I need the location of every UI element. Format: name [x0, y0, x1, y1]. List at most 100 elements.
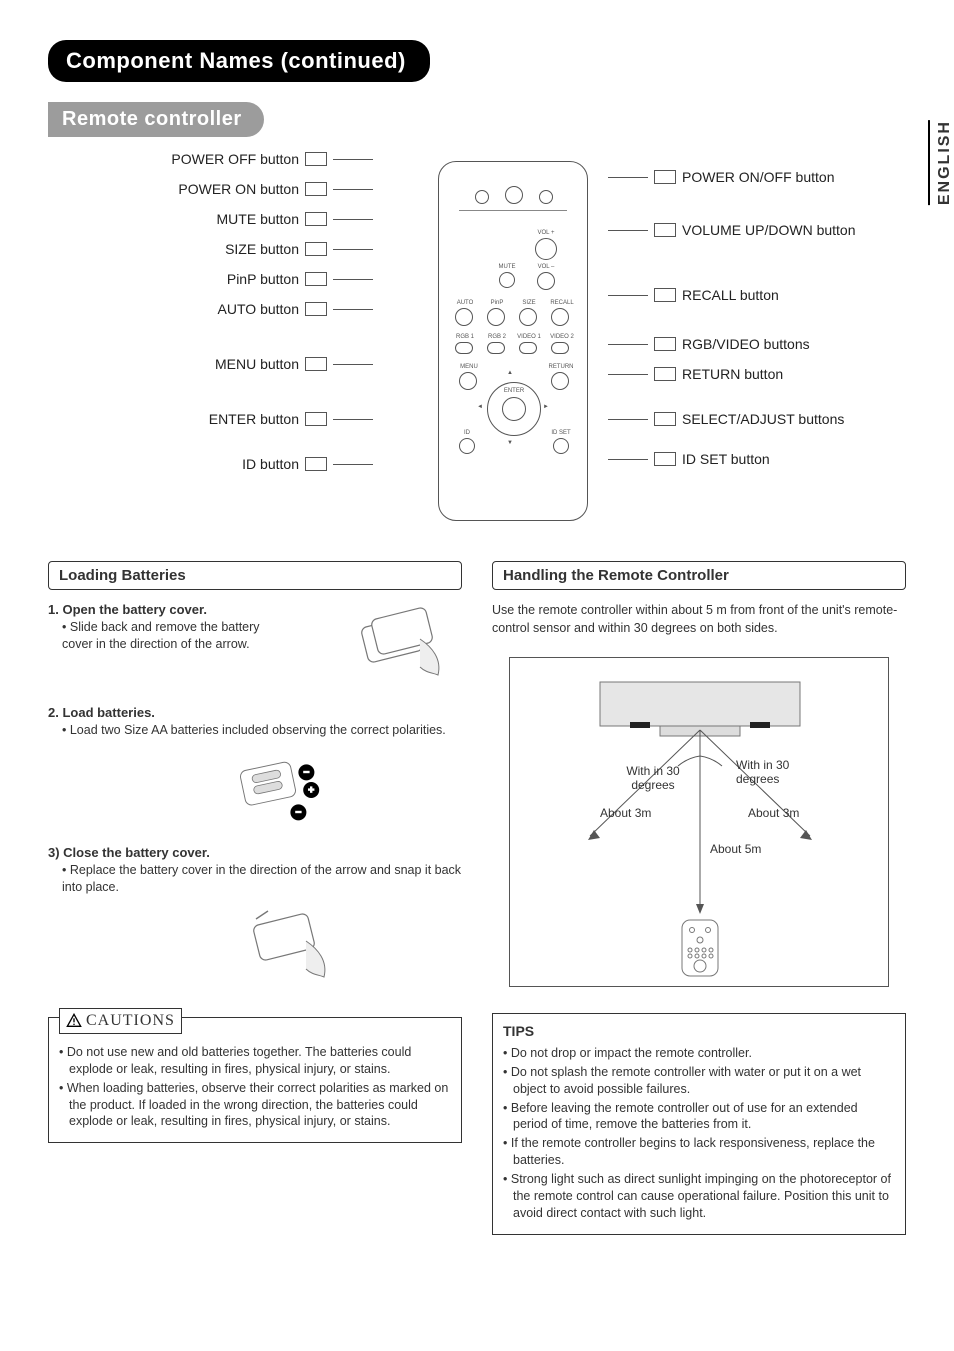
- cautions-heading: CAUTIONS: [59, 1008, 182, 1034]
- callout-left: POWER OFF button: [171, 151, 373, 167]
- callout-right: RETURN button: [608, 366, 783, 382]
- cautions-box: CAUTIONS Do not use new and old batterie…: [48, 1017, 462, 1143]
- callout-left: MUTE button: [217, 211, 373, 227]
- tip-item: If the remote controller begins to lack …: [503, 1135, 895, 1169]
- rgb1-btn: [455, 342, 473, 354]
- power-toggle-btn: [505, 186, 523, 204]
- auto-label: AUTO: [451, 300, 479, 306]
- handling-heading: Handling the Remote Controller: [492, 561, 906, 590]
- menu-btn: [459, 372, 477, 390]
- mute-label: MUTE: [495, 264, 519, 270]
- enter-btn: [502, 397, 526, 421]
- video1-btn: [519, 342, 537, 354]
- caution-item: Do not use new and old batteries togethe…: [59, 1044, 451, 1078]
- close-cover-illustration: [228, 901, 348, 991]
- load-batteries-illustration: [228, 745, 348, 835]
- auto-btn: [455, 308, 473, 326]
- callout-left: ID button: [242, 456, 373, 472]
- id-label: ID: [457, 430, 477, 436]
- tip-item: Do not drop or impact the remote control…: [503, 1045, 895, 1062]
- callout-text: VOLUME UP/DOWN button: [682, 222, 856, 238]
- idset-btn: [553, 438, 569, 454]
- video2-btn: [551, 342, 569, 354]
- callout-right: SELECT/ADJUST buttons: [608, 411, 844, 427]
- tips-box: TIPS Do not drop or impact the remote co…: [492, 1013, 906, 1235]
- tip-item: Do not splash the remote controller with…: [503, 1064, 895, 1098]
- within30-left: With in 30 degrees: [618, 764, 688, 792]
- about3m-right: About 3m: [748, 806, 799, 820]
- step1-body: Slide back and remove the battery cover …: [62, 619, 292, 653]
- menu-label: MENU: [455, 364, 483, 370]
- caution-item: When loading batteries, observe their co…: [59, 1080, 451, 1131]
- about5m: About 5m: [710, 842, 761, 856]
- callout-text: MENU button: [215, 356, 299, 372]
- remote-diagram: POWER OFF button POWER ON button MUTE butt…: [48, 151, 906, 541]
- return-btn: [551, 372, 569, 390]
- return-label: RETURN: [545, 364, 577, 370]
- tip-item: Strong light such as direct sunlight imp…: [503, 1171, 895, 1222]
- callout-left: SIZE button: [225, 241, 373, 257]
- video2-label: VIDEO 2: [547, 334, 577, 340]
- open-cover-illustration: [342, 599, 462, 689]
- recall-btn: [551, 308, 569, 326]
- power-off-btn: [539, 190, 553, 204]
- callout-text: ENTER button: [209, 411, 299, 427]
- section-subheading: Remote controller: [48, 102, 264, 137]
- language-tab: ENGLISH: [928, 120, 954, 205]
- callout-text: SIZE button: [225, 241, 299, 257]
- warning-icon: [66, 1013, 82, 1029]
- step2-body: Load two Size AA batteries included obse…: [62, 722, 462, 739]
- callout-text: RETURN button: [682, 366, 783, 382]
- tip-item: Before leaving the remote controller out…: [503, 1100, 895, 1134]
- loading-heading: Loading Batteries: [48, 561, 462, 590]
- callout-text: RECALL button: [682, 287, 779, 303]
- rgb2-btn: [487, 342, 505, 354]
- about3m-left: About 3m: [600, 806, 651, 820]
- size-label: SIZE: [515, 300, 543, 306]
- vol-down-label: VOL –: [531, 264, 561, 270]
- callout-text: SELECT/ADJUST buttons: [682, 411, 844, 427]
- callout-left: PinP button: [227, 271, 373, 287]
- callout-text: ID SET button: [682, 451, 770, 467]
- idset-label: ID SET: [547, 430, 575, 436]
- vol-down-btn: [537, 272, 555, 290]
- within30-right: With in 30 degrees: [736, 758, 806, 786]
- pinp-btn: [487, 308, 505, 326]
- callout-left: ENTER button: [209, 411, 373, 427]
- rgb2-label: RGB 2: [483, 334, 511, 340]
- recall-label: RECALL: [547, 300, 577, 306]
- callout-left: MENU button: [215, 356, 373, 372]
- callout-right: RECALL button: [608, 287, 779, 303]
- callout-text: PinP button: [227, 271, 299, 287]
- id-btn: [459, 438, 475, 454]
- callout-right: POWER ON/OFF button: [608, 169, 834, 185]
- video1-label: VIDEO 1: [515, 334, 543, 340]
- handling-text: Use the remote controller within about 5…: [492, 602, 906, 637]
- pinp-label: PinP: [483, 300, 511, 306]
- page-title: Component Names (continued): [48, 40, 430, 82]
- callout-text: RGB/VIDEO buttons: [682, 336, 810, 352]
- enter-label: ENTER: [501, 388, 527, 394]
- rgb1-label: RGB 1: [451, 334, 479, 340]
- vol-up-label: VOL +: [531, 230, 561, 236]
- callout-left: AUTO button: [218, 301, 373, 317]
- step2-title: 2. Load batteries.: [48, 705, 462, 720]
- mute-btn: [499, 272, 515, 288]
- callout-text: POWER ON button: [178, 181, 299, 197]
- step3-body: Replace the battery cover in the directi…: [62, 862, 462, 896]
- range-diagram: With in 30 degrees With in 30 degrees Ab…: [509, 657, 889, 987]
- vol-up-btn: [535, 238, 557, 260]
- callout-right: VOLUME UP/DOWN button: [608, 222, 856, 238]
- tips-heading: TIPS: [503, 1022, 895, 1041]
- callout-text: AUTO button: [218, 301, 299, 317]
- size-btn: [519, 308, 537, 326]
- callout-text: MUTE button: [217, 211, 299, 227]
- callout-text: ID button: [242, 456, 299, 472]
- power-on-btn: [475, 190, 489, 204]
- callout-text: POWER ON/OFF button: [682, 169, 834, 185]
- callout-right: ID SET button: [608, 451, 770, 467]
- step3-title: 3) Close the battery cover.: [48, 845, 462, 860]
- callout-text: POWER OFF button: [171, 151, 299, 167]
- remote-outline: VOL + MUTE VOL – AUTO PinP SIZE RECALL R…: [438, 161, 588, 521]
- callout-right: RGB/VIDEO buttons: [608, 336, 810, 352]
